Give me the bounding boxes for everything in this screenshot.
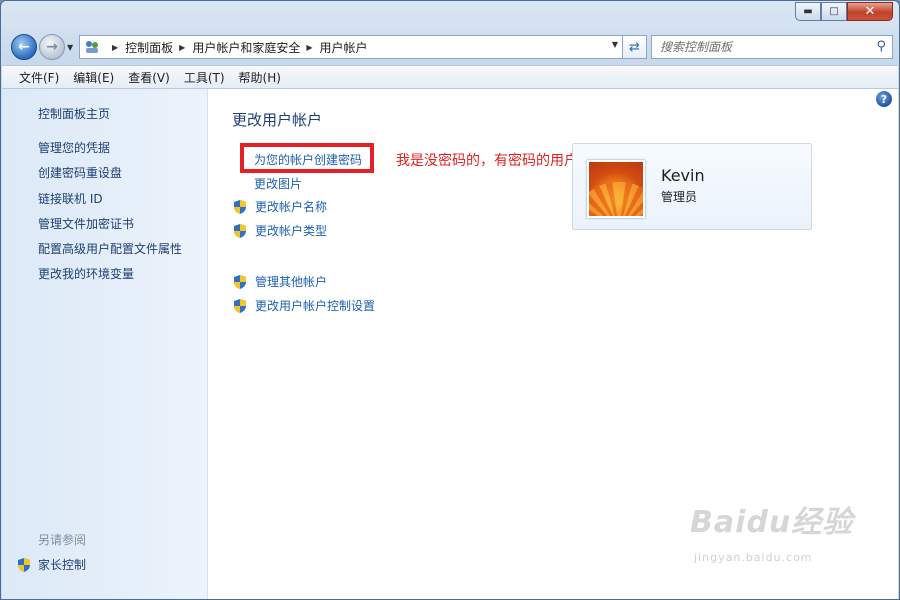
sidebar-item-control-panel-home[interactable]: 控制面板主页 (38, 105, 110, 122)
minimize-icon: ▬ (803, 6, 813, 17)
forward-button[interactable]: → (39, 34, 65, 60)
sidebar-item-encryption-certificates[interactable]: 管理文件加密证书 (38, 215, 134, 232)
watermark-brand: Baidu经验 (690, 505, 854, 540)
forward-arrow-icon: → (46, 39, 58, 55)
manage-other-accounts-link[interactable]: 管理其他帐户 (232, 273, 327, 290)
change-account-type-link[interactable]: 更改帐户类型 (232, 222, 327, 239)
control-panel-window: ▬ □ ✕ ← → ▼ ▶ 控制面板 ▶ 用户帐户和家庭安全 ▶ 用户帐户 ▼ … (0, 0, 900, 600)
maximize-button[interactable]: □ (821, 2, 847, 21)
change-picture-label[interactable]: 更改图片 (254, 175, 302, 192)
refresh-icon: ⇄ (629, 39, 640, 55)
breadcrumb-separator-icon[interactable]: ▶ (179, 43, 185, 52)
user-role: 管理员 (661, 190, 698, 204)
sidebar-item-link-online-id[interactable]: 链接联机 ID (38, 190, 103, 207)
search-input[interactable] (660, 40, 860, 54)
see-also-heading: 另请参阅 (38, 533, 87, 547)
caption-buttons: ▬ □ ✕ (795, 2, 893, 21)
watermark-url: jingyan.baidu.com (694, 551, 813, 564)
breadcrumb-item-user-accounts-family[interactable]: 用户帐户和家庭安全 (192, 39, 300, 56)
back-arrow-icon: ← (18, 39, 30, 55)
menu-edit[interactable]: 编辑(E) (66, 69, 121, 86)
content-area: 控制面板主页 管理您的凭据 创建密码重设盘 链接联机 ID 管理文件加密证书 配… (2, 89, 898, 599)
close-icon: ✕ (864, 4, 876, 19)
search-icon[interactable]: ⚲ (876, 39, 886, 54)
change-account-name-link[interactable]: 更改帐户名称 (232, 198, 327, 215)
breadcrumb-separator-icon[interactable]: ▶ (112, 43, 118, 52)
change-picture-link[interactable]: 更改图片 (254, 175, 302, 192)
refresh-button[interactable]: ⇄ (623, 35, 647, 59)
search-box[interactable]: ⚲ (651, 35, 893, 59)
uac-shield-icon (232, 199, 248, 215)
sidebar-item-advanced-profile-properties[interactable]: 配置高级用户配置文件属性 (38, 240, 182, 257)
close-button[interactable]: ✕ (847, 2, 893, 21)
manage-other-accounts-label[interactable]: 管理其他帐户 (255, 273, 327, 290)
user-account-card: Kevin 管理员 (572, 143, 812, 230)
recent-pages-dropdown-icon[interactable]: ▼ (67, 43, 73, 52)
parental-controls-label: 家长控制 (38, 558, 87, 572)
menu-file[interactable]: 文件(F) (12, 69, 66, 86)
minimize-button[interactable]: ▬ (795, 2, 821, 21)
uac-shield-icon (16, 557, 32, 573)
highlight-box (240, 143, 374, 173)
help-icon[interactable]: ? (876, 91, 892, 107)
change-account-type-label[interactable]: 更改帐户类型 (255, 222, 327, 239)
menu-help[interactable]: 帮助(H) (232, 69, 288, 86)
sidebar-item-parental-controls[interactable]: 家长控制 (16, 556, 86, 573)
uac-settings-link[interactable]: 更改用户帐户控制设置 (232, 297, 375, 314)
uac-shield-icon (232, 298, 248, 314)
breadcrumb-separator-icon[interactable]: ▶ (306, 43, 312, 52)
address-dropdown-icon[interactable]: ▼ (612, 40, 618, 49)
maximize-icon: □ (829, 6, 839, 17)
uac-shield-icon (232, 274, 248, 290)
address-bar[interactable]: ▶ 控制面板 ▶ 用户帐户和家庭安全 ▶ 用户帐户 ▼ (79, 35, 623, 59)
breadcrumb-item-user-accounts[interactable]: 用户帐户 (320, 39, 368, 56)
uac-shield-icon (232, 223, 248, 239)
sidebar-item-environment-variables[interactable]: 更改我的环境变量 (38, 265, 134, 282)
task-sidebar: 控制面板主页 管理您的凭据 创建密码重设盘 链接联机 ID 管理文件加密证书 配… (2, 89, 208, 599)
sidebar-item-password-reset-disk[interactable]: 创建密码重设盘 (38, 164, 122, 181)
user-name: Kevin (661, 166, 705, 185)
sidebar-item-manage-credentials[interactable]: 管理您的凭据 (38, 139, 110, 156)
menu-view[interactable]: 查看(V) (121, 69, 177, 86)
navigation-bar: ← → ▼ ▶ 控制面板 ▶ 用户帐户和家庭安全 ▶ 用户帐户 ▼ ⇄ ⚲ (9, 33, 893, 61)
back-button[interactable]: ← (11, 34, 37, 60)
menu-bar: 文件(F) 编辑(E) 查看(V) 工具(T) 帮助(H) (2, 65, 898, 89)
user-avatar[interactable] (587, 160, 645, 218)
page-title: 更改用户帐户 (232, 111, 323, 129)
menu-tools[interactable]: 工具(T) (177, 69, 232, 86)
change-account-name-label[interactable]: 更改帐户名称 (255, 198, 327, 215)
uac-settings-label[interactable]: 更改用户帐户控制设置 (255, 297, 375, 314)
control-panel-icon (84, 39, 100, 55)
breadcrumb-item-control-panel[interactable]: 控制面板 (125, 39, 173, 56)
